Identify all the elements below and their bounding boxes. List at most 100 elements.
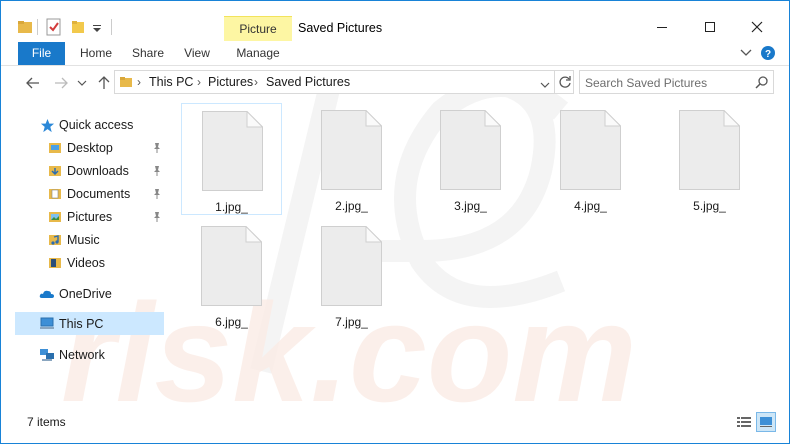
file-name: 2.jpg_ <box>335 199 368 213</box>
pictures-folder-icon <box>47 209 63 225</box>
close-button[interactable] <box>734 13 780 41</box>
breadcrumb-pictures[interactable]: Pictures <box>208 75 253 89</box>
search-input[interactable]: Search Saved Pictures <box>579 70 774 94</box>
large-icons-view-icon <box>760 417 772 427</box>
large-icons-view-button[interactable] <box>756 412 776 432</box>
file-item[interactable]: 7.jpg_ <box>301 219 402 331</box>
file-item[interactable]: 6.jpg_ <box>181 219 282 331</box>
nav-item-label: Downloads <box>67 164 129 178</box>
nav-quick-access[interactable]: Quick access <box>39 114 133 136</box>
details-view-button[interactable] <box>734 412 754 432</box>
blank-file-icon <box>679 110 740 190</box>
blank-file-icon <box>321 226 382 306</box>
address-dropdown-icon[interactable] <box>540 78 550 92</box>
nav-item-downloads[interactable]: Downloads <box>47 160 129 182</box>
blank-file-icon <box>440 110 501 190</box>
file-name: 6.jpg_ <box>215 315 248 329</box>
expand-ribbon-icon[interactable] <box>740 47 752 61</box>
pin-icon[interactable] <box>151 188 163 202</box>
back-button[interactable] <box>24 74 42 92</box>
tab-file[interactable]: File <box>18 42 65 65</box>
blank-file-icon <box>560 110 621 190</box>
file-item[interactable]: 4.jpg_ <box>540 103 641 215</box>
nav-item-documents[interactable]: Documents <box>47 183 130 205</box>
up-arrow-icon <box>98 76 110 89</box>
breadcrumb-separator: › <box>137 75 141 89</box>
file-name: 5.jpg_ <box>693 199 726 213</box>
forward-arrow-icon <box>55 77 68 89</box>
file-item[interactable]: 1.jpg_ <box>181 103 282 215</box>
nav-onedrive[interactable]: OneDrive <box>39 283 112 305</box>
nav-this-pc-label: This PC <box>59 317 104 331</box>
ribbon-tabs: File Home Share View Manage ? <box>1 41 789 65</box>
nav-item-music[interactable]: Music <box>47 229 100 251</box>
folder-icon <box>17 19 33 38</box>
maximize-button[interactable] <box>687 13 733 41</box>
downloads-folder-icon <box>47 163 63 179</box>
nav-item-label: Pictures <box>67 210 113 224</box>
nav-item-label: Documents <box>67 187 131 201</box>
file-item[interactable]: 5.jpg_ <box>659 103 760 215</box>
details-view-icon <box>737 417 751 427</box>
network-icon <box>39 347 55 363</box>
pin-icon[interactable] <box>151 211 163 225</box>
picture-tools-context-header: Picture Tools <box>224 16 292 60</box>
documents-folder-icon <box>47 186 63 202</box>
file-item[interactable]: 2.jpg_ <box>301 103 402 215</box>
search-placeholder: Search Saved Pictures <box>585 76 708 90</box>
close-icon <box>751 21 763 33</box>
search-icon[interactable] <box>755 75 769 92</box>
nav-item-label: Music <box>67 233 100 247</box>
nav-this-pc[interactable]: This PC <box>39 313 103 335</box>
file-explorer-window: risk.com Picture Tools Saved Pictures <box>0 0 790 444</box>
folder-icon <box>119 75 133 92</box>
minimize-icon <box>657 27 667 28</box>
chevron-down-icon <box>77 80 87 86</box>
refresh-icon[interactable] <box>558 75 572 92</box>
blank-file-icon <box>202 111 263 191</box>
desktop-folder-icon <box>47 140 63 156</box>
maximize-icon <box>705 22 715 32</box>
title-bar: Picture Tools Saved Pictures <box>1 1 789 60</box>
file-name: 1.jpg_ <box>215 200 248 214</box>
address-bar[interactable]: › This PC › Pictures › Saved Pictures <box>114 70 574 94</box>
breadcrumb-separator: › <box>197 75 201 89</box>
minimize-button[interactable] <box>639 13 685 41</box>
tab-home[interactable]: Home <box>73 42 119 65</box>
nav-item-videos[interactable]: Videos <box>47 252 105 274</box>
nav-item-desktop[interactable]: Desktop <box>47 137 113 159</box>
new-folder-icon[interactable] <box>70 19 86 38</box>
status-item-count: 7 items <box>27 415 66 429</box>
window-title: Saved Pictures <box>298 21 383 35</box>
file-name: 4.jpg_ <box>574 199 607 213</box>
nav-item-label: Desktop <box>67 141 113 155</box>
nav-item-label: Videos <box>67 256 105 270</box>
file-name: 7.jpg_ <box>335 315 368 329</box>
properties-icon[interactable] <box>46 18 62 39</box>
file-item[interactable]: 3.jpg_ <box>420 103 521 215</box>
breadcrumb-this-pc[interactable]: This PC <box>149 75 193 89</box>
blank-file-icon <box>201 226 262 306</box>
tab-share[interactable]: Share <box>125 42 171 65</box>
blank-file-icon <box>321 110 382 190</box>
music-folder-icon <box>47 232 63 248</box>
pin-icon[interactable] <box>151 142 163 156</box>
ribbon-divider <box>1 65 789 66</box>
up-button[interactable] <box>95 74 113 92</box>
breadcrumb-saved-pictures[interactable]: Saved Pictures <box>266 75 350 89</box>
tab-manage[interactable]: Manage <box>224 42 292 65</box>
recent-locations-button[interactable] <box>76 74 88 92</box>
file-name: 3.jpg_ <box>454 199 487 213</box>
forward-button[interactable] <box>52 74 70 92</box>
nav-onedrive-label: OneDrive <box>59 287 112 301</box>
customize-toolbar-icon[interactable] <box>92 23 102 37</box>
videos-folder-icon <box>47 255 63 271</box>
star-icon <box>39 117 55 133</box>
pin-icon[interactable] <box>151 165 163 179</box>
nav-network-label: Network <box>59 348 105 362</box>
tab-view[interactable]: View <box>175 42 219 65</box>
nav-network[interactable]: Network <box>39 344 105 366</box>
help-icon[interactable]: ? <box>760 45 776 64</box>
nav-item-pictures[interactable]: Pictures <box>47 206 112 228</box>
breadcrumb-separator: › <box>254 75 258 89</box>
